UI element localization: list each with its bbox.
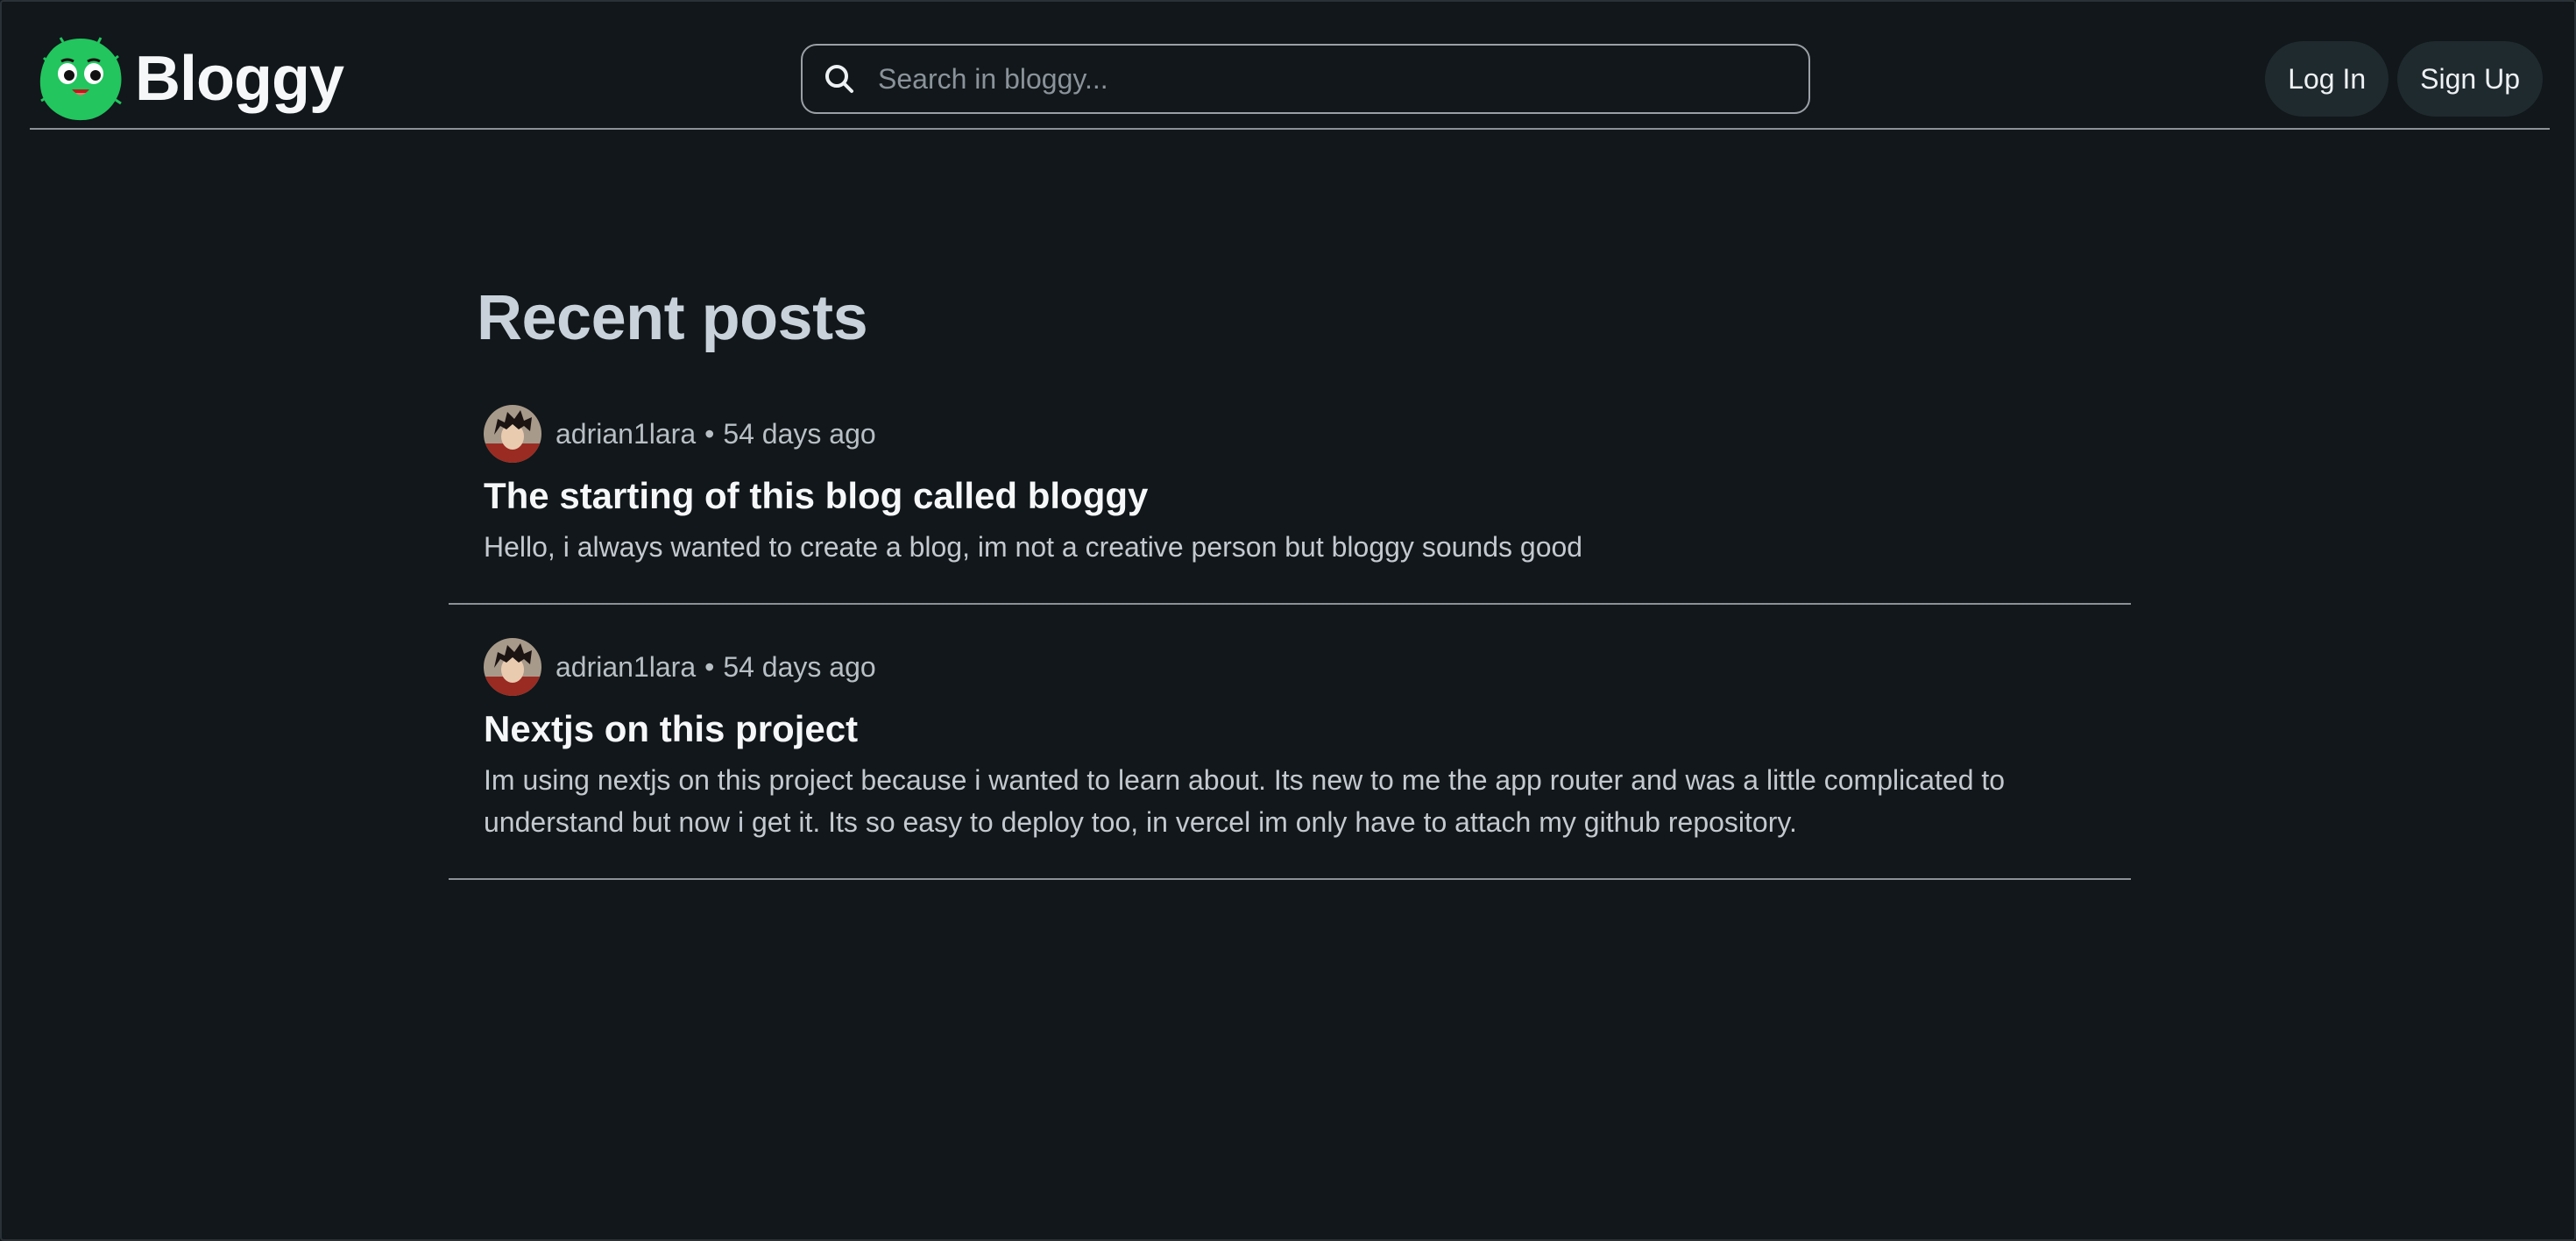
auth-buttons: Log In Sign Up <box>2265 41 2543 117</box>
meta-separator: • <box>704 417 715 450</box>
search-input[interactable] <box>876 52 1808 106</box>
post-excerpt: Im using nextjs on this project because … <box>484 764 2006 838</box>
search-icon <box>825 65 853 93</box>
post-title[interactable]: Nextjs on this project <box>484 705 2096 754</box>
avatar[interactable] <box>484 638 541 696</box>
post-author[interactable]: adrian1lara <box>556 418 696 450</box>
logo-icon <box>39 37 122 121</box>
search-box[interactable] <box>801 44 1810 114</box>
page-title: Recent posts <box>477 283 868 353</box>
post-author[interactable]: adrian1lara <box>556 651 696 684</box>
meta-separator: • <box>704 650 715 683</box>
avatar[interactable] <box>484 405 541 463</box>
brand-name: Bloggy <box>135 44 344 114</box>
top-navbar: Bloggy Log In Sign Up <box>30 2 2550 130</box>
post-meta: adrian1lara • 54 days ago <box>484 638 2096 696</box>
post-title[interactable]: The starting of this blog called bloggy <box>484 472 2096 521</box>
post-meta: adrian1lara • 54 days ago <box>484 405 2096 463</box>
brand-link[interactable]: Bloggy <box>37 35 344 123</box>
post-card[interactable]: adrian1lara • 54 days ago Nextjs on this… <box>449 638 2131 880</box>
post-time: 54 days ago <box>723 417 876 450</box>
post-time: 54 days ago <box>723 650 876 683</box>
login-button[interactable]: Log In <box>2265 41 2389 117</box>
app-window: Bloggy Log In Sign Up Recent posts <box>0 0 2576 1241</box>
post-card[interactable]: adrian1lara • 54 days ago The starting o… <box>449 405 2131 605</box>
signup-button[interactable]: Sign Up <box>2397 41 2543 117</box>
post-excerpt: Hello, i always wanted to create a blog,… <box>484 531 1583 563</box>
main-content: Recent posts adrian1lara • 54 days ago T… <box>449 282 2131 913</box>
